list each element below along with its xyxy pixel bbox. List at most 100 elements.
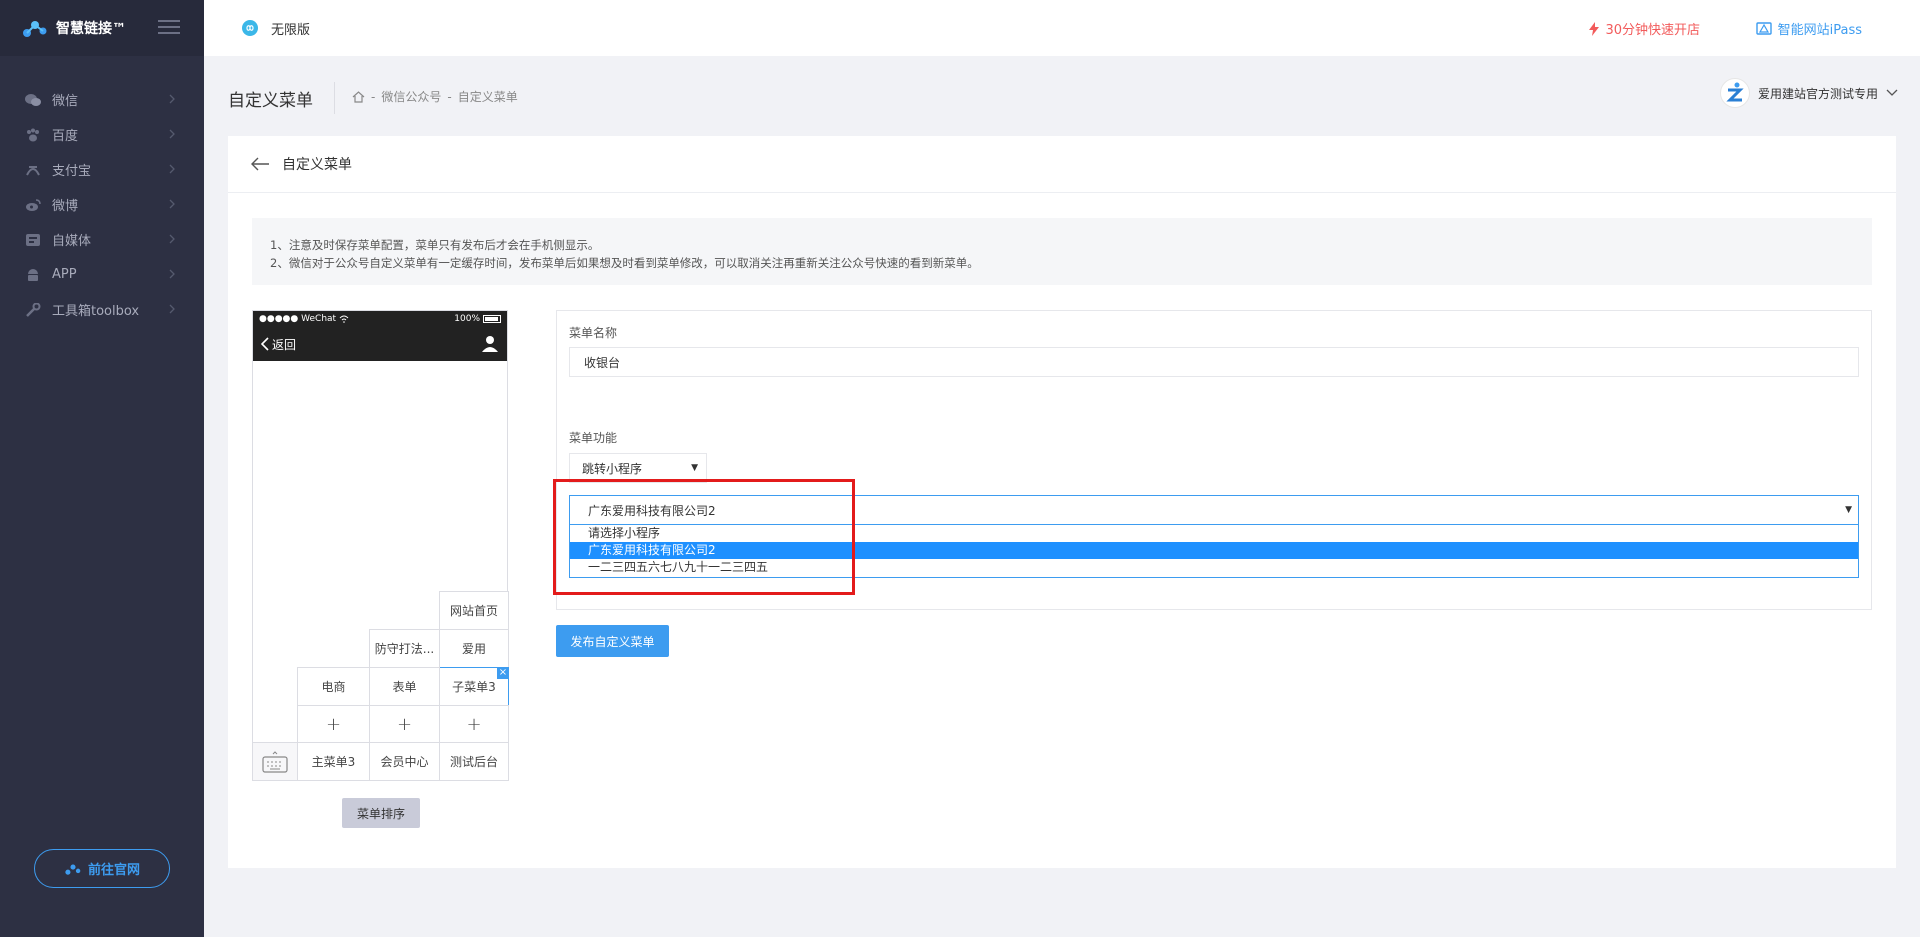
sidebar: 智慧链接™ 微信 百度 支付宝 微博 自媒体 APP 工具箱toolbox 前往… <box>0 0 204 937</box>
back-arrow-icon[interactable] <box>250 157 270 171</box>
menu-function-label: 菜单功能 <box>569 431 618 445</box>
edition-label: 无限版 <box>271 22 311 38</box>
quick-open-link[interactable]: 30分钟快速开店 <box>1589 19 1700 38</box>
sub-menu-label: 防守打法... <box>374 642 435 656</box>
sub-menu-cell[interactable]: 电商 <box>297 667 370 706</box>
phone-preview: ●●●●● WeChat 100% 返回 网站首页 爱用 子菜单3 × + 防守… <box>252 310 509 781</box>
sub-menu-cell[interactable]: 表单 <box>369 667 440 706</box>
edition-badge: 无限版 <box>242 19 310 38</box>
publish-menu-button[interactable]: 发布自定义菜单 <box>556 625 669 657</box>
phone-back-label: 返回 <box>272 337 297 352</box>
sub-menu-cell[interactable]: 爱用 <box>439 629 509 668</box>
header-divider <box>334 82 335 114</box>
avatar <box>1719 78 1750 108</box>
plus-icon: + <box>396 713 413 735</box>
notice-box: 1、注意及时保存菜单配置，菜单只有发布后才会在手机侧显示。 2、微信对于公众号自… <box>252 218 1872 285</box>
ipass-label: 智能网站iPass <box>1777 23 1862 38</box>
battery-level: 100% <box>454 314 480 324</box>
caret-down-icon: ▼ <box>691 463 698 473</box>
brand-logo-icon <box>65 864 81 875</box>
sort-menu-button[interactable]: 菜单排序 <box>342 798 420 828</box>
visit-website-button[interactable]: 前往官网 <box>34 849 170 888</box>
main-menu-item[interactable]: 会员中心 <box>369 742 440 781</box>
sub-menu-label: 网站首页 <box>449 604 498 618</box>
sidebar-item-media[interactable]: 自媒体 <box>0 222 204 257</box>
sidebar-item-alipay[interactable]: 支付宝 <box>0 152 204 187</box>
phone-carrier: ●●●●● WeChat <box>259 314 337 324</box>
ipass-link[interactable]: 智能网站iPass <box>1755 19 1862 38</box>
close-icon[interactable]: × <box>497 667 509 679</box>
main-menu-label: 会员中心 <box>380 755 429 769</box>
account-menu[interactable]: 爱用建站官方测试专用 <box>1719 78 1898 108</box>
sub-menu-cell-active[interactable]: 子菜单3 × <box>439 667 509 706</box>
sidebar-item-toolbox[interactable]: 工具箱toolbox <box>0 292 204 327</box>
sidebar-item-label: 百度 <box>52 129 79 144</box>
chevron-right-icon <box>169 164 175 174</box>
sidebar-item-label: 支付宝 <box>52 164 92 179</box>
brand-name: 智慧链接™ <box>56 21 126 37</box>
add-sub-menu-button[interactable]: + <box>369 705 440 743</box>
sidebar-item-weibo[interactable]: 微博 <box>0 187 204 222</box>
page-title: 自定义菜单 <box>228 91 313 111</box>
battery-indicator: 100% <box>454 314 501 324</box>
chevron-right-icon <box>169 234 175 244</box>
user-icon <box>482 336 498 352</box>
lightning-icon <box>1589 21 1600 36</box>
media-icon <box>24 232 42 248</box>
sub-menu-label: 子菜单3 <box>452 680 496 694</box>
main-menu-label: 主菜单3 <box>311 755 356 769</box>
chevron-left-icon <box>261 337 269 351</box>
visit-website-label: 前往官网 <box>87 863 140 878</box>
notice-line: 1、注意及时保存菜单配置，菜单只有发布后才会在手机侧显示。 <box>270 238 600 252</box>
sub-menu-cell[interactable]: 防守打法... <box>369 629 440 668</box>
sub-menu-cell[interactable]: 网站首页 <box>439 591 509 630</box>
breadcrumb-separator: - <box>371 89 376 104</box>
sub-menu-label: 电商 <box>321 680 346 694</box>
sub-menu-label: 表单 <box>392 680 417 694</box>
chevron-right-icon <box>169 304 175 314</box>
breadcrumb-separator: - <box>447 89 452 104</box>
ipass-icon <box>1755 22 1772 35</box>
sidebar-item-label: APP <box>52 267 77 282</box>
keyboard-icon <box>262 750 288 773</box>
alipay-icon <box>24 162 42 178</box>
main-menu-item[interactable]: 测试后台 <box>439 742 509 781</box>
phone-back-button[interactable]: 返回 <box>261 336 296 353</box>
menu-name-input[interactable] <box>569 347 1859 377</box>
sidebar-item-baidu[interactable]: 百度 <box>0 117 204 152</box>
home-icon[interactable] <box>352 90 365 103</box>
sidebar-item-label: 微信 <box>52 94 79 109</box>
wechat-icon <box>24 92 42 108</box>
notice-line: 2、微信对于公众号自定义菜单有一定缓存时间，发布菜单后如果想及时看到菜单修改，可… <box>270 256 979 270</box>
breadcrumb: - 微信公众号 - 自定义菜单 <box>352 88 518 105</box>
main-card: 自定义菜单 1、注意及时保存菜单配置，菜单只有发布后才会在手机侧显示。 2、微信… <box>228 136 1896 868</box>
sub-menu-label: 爱用 <box>461 642 486 656</box>
chevron-right-icon <box>169 94 175 104</box>
card-title: 自定义菜单 <box>282 157 352 173</box>
add-sub-menu-button[interactable]: + <box>439 705 509 743</box>
plus-icon: + <box>466 713 482 735</box>
weibo-icon <box>24 197 42 213</box>
keyboard-toggle[interactable] <box>252 742 298 781</box>
sidebar-item-app[interactable]: APP <box>0 257 204 292</box>
paw-icon <box>24 127 42 143</box>
breadcrumb-item[interactable]: 微信公众号 <box>381 88 441 105</box>
chevron-right-icon <box>169 129 175 139</box>
page-header: 自定义菜单 - 微信公众号 - 自定义菜单 爱用建站官方测试专用 <box>204 56 1920 136</box>
account-name: 爱用建站官方测试专用 <box>1757 86 1878 101</box>
breadcrumb-item: 自定义菜单 <box>457 90 518 104</box>
chevron-down-icon <box>1886 89 1898 96</box>
caret-down-icon: ▼ <box>1845 505 1852 515</box>
battery-icon <box>483 315 501 323</box>
chevron-right-icon <box>169 199 175 209</box>
infinity-icon <box>242 20 258 36</box>
menu-function-value: 跳转小程序 <box>582 461 643 476</box>
plus-icon: + <box>325 713 342 735</box>
quick-open-label: 30分钟快速开店 <box>1605 23 1700 38</box>
chevron-right-icon <box>169 269 175 279</box>
add-sub-menu-button[interactable]: + <box>297 705 370 743</box>
menu-toggle-icon[interactable] <box>158 20 180 36</box>
main-menu-item[interactable]: 主菜单3 <box>297 742 370 781</box>
phone-nav-bar: 返回 <box>253 327 507 361</box>
sidebar-item-wechat[interactable]: 微信 <box>0 82 204 117</box>
